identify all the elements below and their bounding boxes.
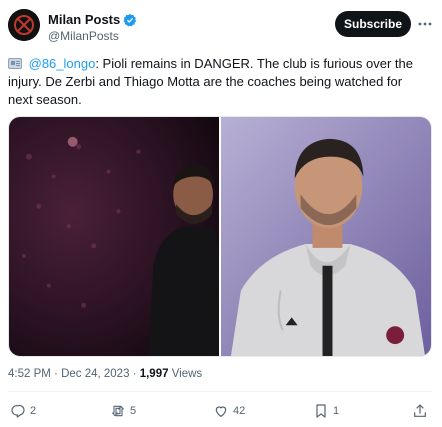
mention-link[interactable]: @86_longo xyxy=(29,56,96,71)
reply-icon xyxy=(11,404,25,418)
action-bar: 2 5 42 1 xyxy=(0,399,442,423)
tweet-time[interactable]: 4:52 PM xyxy=(8,368,51,380)
views-count: 1,997 xyxy=(139,368,169,380)
media-grid xyxy=(8,116,432,357)
name-row: Milan Posts xyxy=(48,12,137,27)
verified-badge-icon xyxy=(123,13,137,27)
tweet-date[interactable]: Dec 24, 2023 xyxy=(61,368,129,380)
more-options-icon[interactable] xyxy=(417,16,433,32)
repost-count: 5 xyxy=(130,405,137,417)
bookmark-icon xyxy=(316,404,326,418)
repost-button[interactable]: 5 xyxy=(110,399,136,423)
like-button[interactable]: 42 xyxy=(213,399,245,423)
bookmark-button[interactable]: 1 xyxy=(313,399,339,423)
newspaper-icon xyxy=(8,58,22,69)
photo-left[interactable] xyxy=(9,117,219,356)
divider xyxy=(8,391,432,392)
like-icon xyxy=(215,406,227,417)
subscribe-button[interactable]: Subscribe xyxy=(335,11,411,37)
share-button[interactable] xyxy=(412,399,428,423)
reply-button[interactable]: 2 xyxy=(10,399,36,423)
repost-icon xyxy=(112,405,124,417)
account-name[interactable]: Milan Posts xyxy=(48,12,120,27)
photo-right[interactable] xyxy=(221,117,431,356)
share-icon xyxy=(414,404,426,417)
views-label: Views xyxy=(171,368,203,380)
avatar[interactable] xyxy=(8,9,40,41)
reply-count: 2 xyxy=(30,405,37,417)
bookmark-count: 1 xyxy=(333,405,340,417)
account-handle[interactable]: @MilanPosts xyxy=(48,29,119,43)
like-count: 42 xyxy=(233,405,246,417)
tweet-text: @86_longo: Pioli remains in DANGER. The … xyxy=(8,55,428,109)
tweet-meta: 4:52 PM · Dec 24, 2023 · 1,997 Views xyxy=(8,368,203,380)
tweet-header: Milan Posts @MilanPosts Subscribe xyxy=(0,0,442,52)
